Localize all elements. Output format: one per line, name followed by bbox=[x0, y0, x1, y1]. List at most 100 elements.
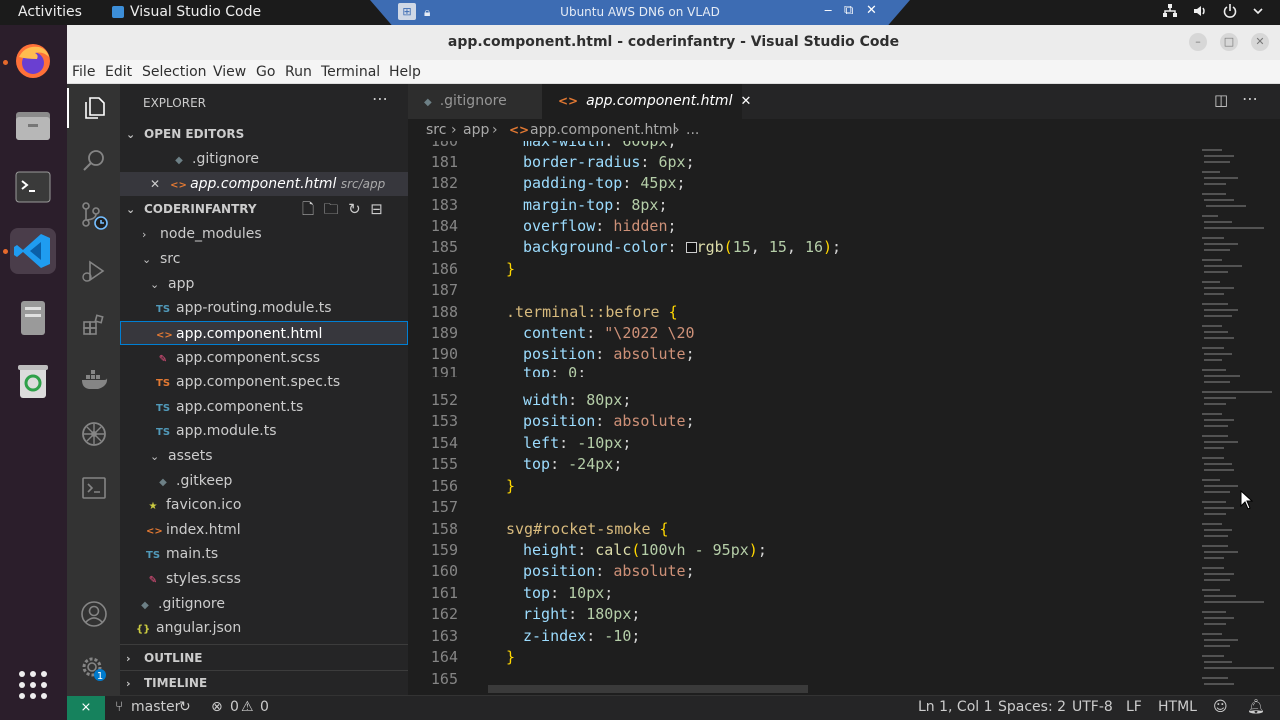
tree-file-gitkeep[interactable]: ◆ .gitkeep bbox=[120, 469, 408, 493]
tree-folder-assets[interactable]: ⌄ assets bbox=[120, 444, 408, 468]
code-view[interactable]: 180 max-width: 600px; 181 border-radius: 6… bbox=[408, 141, 1198, 695]
more-actions-icon[interactable]: ⋯ bbox=[1242, 89, 1258, 108]
remote-indicator[interactable]: ⨯ bbox=[67, 696, 105, 720]
window-maximize-button[interactable]: □ bbox=[1220, 33, 1238, 51]
error-count[interactable]: 0 bbox=[230, 699, 239, 715]
minimap[interactable] bbox=[1194, 141, 1280, 695]
indentation[interactable]: Spaces: 2 bbox=[998, 699, 1066, 715]
collapse-all-icon[interactable]: ⊟ bbox=[370, 200, 383, 218]
vscode-launcher[interactable] bbox=[10, 228, 56, 274]
chevron-right-icon: › bbox=[126, 677, 131, 690]
dropdown-icon[interactable] bbox=[1252, 3, 1264, 19]
code-line: 186} bbox=[430, 260, 516, 278]
warning-count[interactable]: 0 bbox=[260, 699, 269, 715]
files-icon bbox=[84, 97, 105, 119]
breadcrumb-more[interactable]: ... bbox=[686, 119, 699, 141]
menu-selection[interactable]: Selection bbox=[142, 64, 207, 80]
feedback-icon[interactable]: ☺ bbox=[1213, 699, 1228, 715]
menu-run[interactable]: Run bbox=[285, 64, 312, 80]
menu-help[interactable]: Help bbox=[389, 64, 421, 80]
window-close-button[interactable]: ✕ bbox=[1251, 33, 1269, 51]
refresh-icon[interactable]: ↻ bbox=[348, 200, 361, 218]
open-editors-section[interactable]: ⌄ OPEN EDITORS bbox=[120, 122, 408, 146]
close-icon[interactable]: ✕ bbox=[740, 94, 751, 109]
breadcrumb-app[interactable]: app bbox=[463, 119, 489, 141]
tab-gitignore[interactable]: ◆ .gitignore bbox=[408, 84, 542, 119]
tree-file-html-selected[interactable]: <> app.component.html bbox=[120, 321, 408, 345]
docker-view-button[interactable] bbox=[67, 360, 120, 400]
system-tray[interactable] bbox=[1162, 3, 1264, 19]
window-titlebar[interactable]: app.component.html - coderinfantry - Vis… bbox=[67, 25, 1280, 60]
tree-file-routing[interactable]: TS app-routing.module.ts bbox=[120, 296, 408, 320]
trash-launcher[interactable] bbox=[10, 358, 56, 404]
manage-button[interactable]: 1 bbox=[67, 649, 120, 689]
server-app-launcher[interactable] bbox=[10, 295, 56, 341]
app-menu-label: Visual Studio Code bbox=[130, 4, 262, 20]
horizontal-scrollbar[interactable] bbox=[488, 685, 808, 693]
remote-restore-button[interactable]: ⧉ bbox=[844, 3, 853, 18]
tree-folder-src[interactable]: ⌄ src bbox=[120, 247, 408, 271]
tree-file-spec[interactable]: TS app.component.spec.ts bbox=[120, 370, 408, 394]
timeline-section[interactable]: › TIMELINE bbox=[120, 671, 408, 695]
tree-file-index[interactable]: <> index.html bbox=[120, 518, 408, 542]
explorer-view-button[interactable] bbox=[67, 88, 120, 128]
tree-file-scss[interactable]: ✎ app.component.scss bbox=[120, 346, 408, 370]
open-editor-active[interactable]: ✕ <> app.component.html src/app bbox=[120, 172, 408, 196]
show-applications-button[interactable] bbox=[10, 662, 56, 708]
kubernetes-view-button[interactable] bbox=[67, 414, 120, 454]
activities-button[interactable]: Activities bbox=[18, 4, 82, 20]
menu-edit[interactable]: Edit bbox=[105, 64, 132, 80]
split-editor-icon[interactable]: ◫ bbox=[1214, 91, 1228, 109]
remote-close-button[interactable]: ✕ bbox=[866, 3, 877, 18]
window-minimize-button[interactable]: – bbox=[1189, 33, 1207, 51]
menu-go[interactable]: Go bbox=[256, 64, 275, 80]
tree-file-angular[interactable]: {} angular.json bbox=[120, 616, 408, 640]
sync-icon[interactable]: ↻ bbox=[179, 699, 191, 715]
breadcrumb: src › app › <> app.component.html › ... bbox=[408, 119, 1280, 141]
close-icon[interactable]: ✕ bbox=[150, 177, 160, 191]
section-divider bbox=[120, 644, 408, 645]
app-menu[interactable]: Visual Studio Code bbox=[112, 4, 261, 20]
breadcrumb-src[interactable]: src bbox=[426, 119, 446, 141]
menu-file[interactable]: File bbox=[72, 64, 95, 80]
tab-label: app.component.html bbox=[586, 93, 733, 109]
tab-app-component-html[interactable]: <> app.component.html ✕ bbox=[542, 84, 751, 119]
remote-minimize-button[interactable]: ‒ bbox=[824, 3, 832, 18]
files-launcher[interactable] bbox=[10, 102, 56, 148]
tree-file-component-ts[interactable]: TS app.component.ts bbox=[120, 395, 408, 419]
volume-icon[interactable] bbox=[1192, 3, 1208, 19]
tree-file-gitignore[interactable]: ◆ .gitignore bbox=[120, 592, 408, 616]
search-view-button[interactable] bbox=[67, 141, 120, 181]
firefox-launcher[interactable] bbox=[10, 38, 56, 84]
new-file-icon[interactable]: 🗋 bbox=[302, 200, 314, 218]
explorer-more-actions[interactable]: ⋯ bbox=[372, 87, 392, 111]
new-folder-icon[interactable]: 🗀 bbox=[324, 200, 339, 218]
breadcrumb-file[interactable]: app.component.html bbox=[530, 119, 676, 141]
run-debug-view-button[interactable] bbox=[67, 251, 120, 291]
outline-section[interactable]: › OUTLINE bbox=[120, 646, 408, 670]
notifications-icon[interactable]: 🔔︎ bbox=[1247, 699, 1265, 715]
tree-folder-app[interactable]: ⌄ app bbox=[120, 272, 408, 296]
accounts-button[interactable] bbox=[67, 594, 120, 634]
language-mode[interactable]: HTML bbox=[1158, 699, 1197, 715]
extensions-view-button[interactable] bbox=[67, 305, 120, 345]
git-branch[interactable]: master bbox=[131, 699, 180, 715]
tree-file-module[interactable]: TS app.module.ts bbox=[120, 419, 408, 443]
encoding[interactable]: UTF-8 bbox=[1072, 699, 1113, 715]
explorer-sidebar: EXPLORER ⋯ ⌄ OPEN EDITORS ◆ .gitignore ✕ <>… bbox=[120, 84, 408, 695]
menu-terminal[interactable]: Terminal bbox=[321, 64, 380, 80]
menu-view[interactable]: View bbox=[213, 64, 246, 80]
color-swatch[interactable] bbox=[685, 242, 697, 253]
tree-file-favicon[interactable]: ★ favicon.ico bbox=[120, 493, 408, 517]
power-icon[interactable] bbox=[1222, 3, 1238, 19]
tree-file-main[interactable]: TS main.ts bbox=[120, 542, 408, 566]
open-editor-gitignore[interactable]: ◆ .gitignore bbox=[120, 147, 408, 171]
terminal-launcher[interactable] bbox=[10, 164, 56, 210]
tree-file-styles[interactable]: ✎ styles.scss bbox=[120, 567, 408, 591]
remote-explorer-view-button[interactable] bbox=[67, 468, 120, 508]
network-icon[interactable] bbox=[1162, 3, 1178, 19]
cursor-position[interactable]: Ln 1, Col 1 bbox=[918, 699, 993, 715]
tree-folder-node-modules[interactable]: › node_modules bbox=[120, 222, 408, 246]
end-of-line[interactable]: LF bbox=[1126, 699, 1142, 715]
source-control-view-button[interactable] bbox=[67, 196, 120, 236]
